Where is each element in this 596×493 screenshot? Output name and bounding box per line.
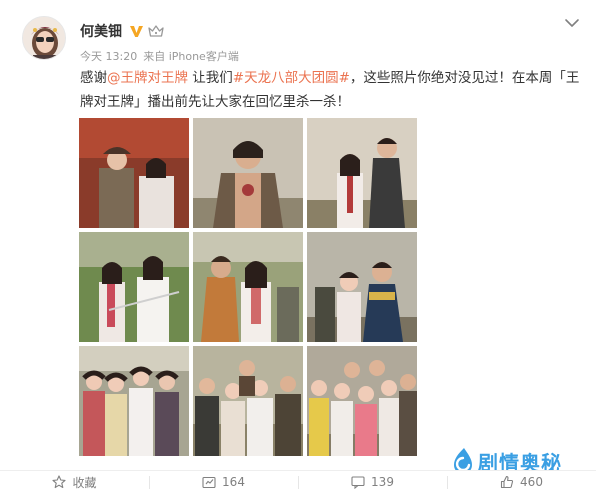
photo-2[interactable]	[193, 118, 303, 228]
photo-5[interactable]	[193, 232, 303, 342]
star-icon	[52, 475, 67, 489]
action-bar: 收藏 164 139 460	[0, 470, 596, 493]
vip-crown-icon	[148, 24, 164, 38]
chevron-down-icon[interactable]	[564, 16, 580, 30]
username-row: 何美钿	[80, 21, 164, 41]
post-text: 感谢@王牌对王牌 让我们#天龙八部大团圆#，这些照片你绝对没见过！在本周「王牌对…	[80, 66, 580, 114]
comment-count: 139	[371, 475, 394, 489]
thumbs-up-icon	[500, 475, 514, 489]
repost-button[interactable]: 164	[149, 471, 298, 493]
photo-1[interactable]	[79, 118, 189, 228]
text-part-2: 让我们	[188, 70, 233, 86]
verified-icon	[129, 24, 144, 39]
photo-9[interactable]	[307, 346, 417, 456]
comment-button[interactable]: 139	[298, 471, 447, 493]
photo-6[interactable]	[307, 232, 417, 342]
photo-3[interactable]	[307, 118, 417, 228]
mention-link[interactable]: @王牌对王牌	[107, 70, 188, 86]
post-source: 来自 iPhone客户端	[143, 50, 239, 63]
comment-icon	[351, 476, 365, 489]
weibo-post-card: 何美钿 今天 13:20 来自 iPhone客户端 感谢@王牌对王牌 让我们#天龙…	[0, 0, 596, 493]
like-count: 460	[520, 475, 543, 489]
photo-grid	[79, 118, 417, 456]
photo-7[interactable]	[79, 346, 189, 456]
photo-8[interactable]	[193, 346, 303, 456]
username[interactable]: 何美钿	[80, 21, 122, 41]
photo-4[interactable]	[79, 232, 189, 342]
hashtag-link[interactable]: #天龙八部大团圆#	[233, 70, 350, 86]
repost-icon	[202, 476, 216, 489]
like-button[interactable]: 460	[447, 471, 596, 493]
post-time[interactable]: 今天 13:20	[80, 50, 137, 63]
avatar[interactable]	[22, 16, 66, 60]
favorite-button[interactable]: 收藏	[0, 471, 149, 493]
repost-count: 164	[222, 475, 245, 489]
favorite-label: 收藏	[72, 475, 97, 490]
post-meta: 今天 13:20 来自 iPhone客户端	[80, 48, 245, 64]
text-part-1: 感谢	[80, 70, 107, 86]
